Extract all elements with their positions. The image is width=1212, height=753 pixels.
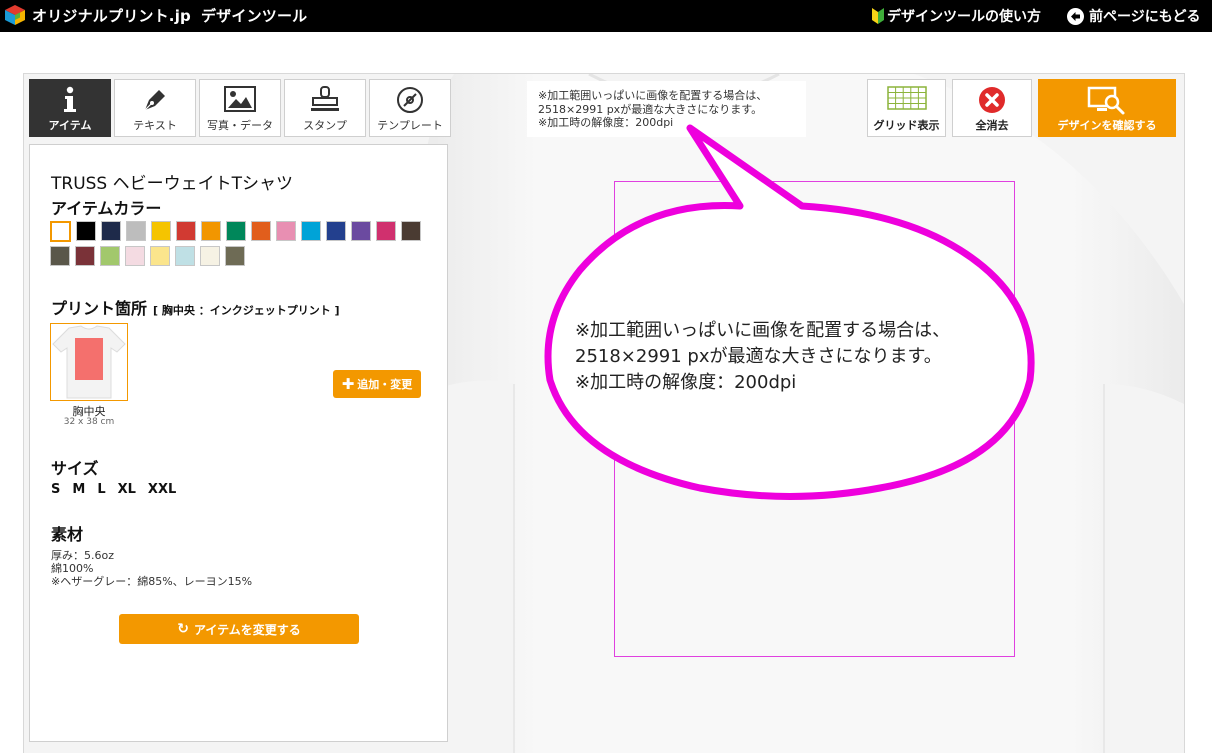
tab-item-label: アイテム <box>48 119 92 132</box>
color-swatch[interactable] <box>176 221 196 241</box>
thumbnail-shirt-image <box>52 325 126 399</box>
confirm-design-label: デザインを確認する <box>1057 119 1157 132</box>
logo-cube-icon <box>5 5 25 25</box>
print-area-boundary[interactable] <box>614 181 1015 657</box>
close-icon <box>979 87 1005 113</box>
color-swatch[interactable] <box>276 221 296 241</box>
item-panel: TRUSS ヘビーウェイトTシャツ アイテムカラー プリント箇所[ 胸中央 ：イ… <box>29 144 448 742</box>
clear-all-button[interactable]: 全消去 <box>952 79 1032 137</box>
callout-line: ※加工時の解像度：200dpi <box>575 372 797 393</box>
size-item: S <box>51 482 61 497</box>
color-swatch[interactable] <box>326 221 346 241</box>
item-name: TRUSS ヘビーウェイトTシャツ <box>51 174 294 194</box>
logo-text: オリジナルプリント.jp <box>32 6 191 25</box>
size-item: XXL <box>147 482 177 497</box>
material-line: 厚み：5.6oz <box>51 549 114 562</box>
callout-line: ※加工範囲いっぱいに画像を配置する場合は、 <box>575 320 951 341</box>
resolution-info-box: ※加工範囲いっぱいに画像を配置する場合は、 2518×2991 pxが最適な大き… <box>527 81 806 137</box>
tab-stamp[interactable]: スタンプ <box>284 79 366 137</box>
stamp-icon <box>311 86 339 111</box>
info-line: 2518×2991 pxが最適な大きさになります。 <box>538 102 763 116</box>
tab-template[interactable]: テンプレート <box>369 79 451 137</box>
back-arrow-icon <box>1067 7 1084 25</box>
image-icon <box>224 86 256 112</box>
logo-subtext: デザインツール <box>200 6 308 25</box>
color-swatch[interactable] <box>150 246 170 266</box>
color-swatch[interactable] <box>251 221 271 241</box>
change-item-button[interactable]: ↻ アイテムを変更する <box>119 614 359 644</box>
tab-item[interactable]: アイテム <box>29 79 111 137</box>
disc-icon <box>397 87 423 113</box>
pen-icon <box>144 90 165 111</box>
color-swatch[interactable] <box>101 221 121 241</box>
howto-label: デザインツールの使い方 <box>887 9 1041 25</box>
color-swatch[interactable] <box>376 221 396 241</box>
color-swatch[interactable] <box>351 221 371 241</box>
info-icon <box>64 86 76 112</box>
grid-icon <box>886 86 927 110</box>
material-line: ※ヘザーグレー：綿85%、レーヨン15% <box>51 575 253 588</box>
color-swatches <box>50 221 430 270</box>
confirm-design-button[interactable]: デザインを確認する <box>1038 79 1176 137</box>
plus-icon: ✚ <box>341 374 355 393</box>
top-bar: オリジナルプリント.jp デザインツール デザインツールの使い方 前ページにもどる <box>0 0 1212 32</box>
color-swatch[interactable] <box>126 221 146 241</box>
color-swatch[interactable] <box>225 246 245 266</box>
tab-template-label: テンプレート <box>377 119 443 132</box>
color-swatch[interactable] <box>75 246 95 266</box>
add-change-button[interactable]: ✚ 追加・変更 <box>333 370 421 398</box>
site-logo[interactable]: オリジナルプリント.jp デザインツール <box>4 4 307 26</box>
tab-stamp-label: スタンプ <box>303 119 347 132</box>
change-item-label: アイテムを変更する <box>193 622 301 637</box>
tab-text[interactable]: テキスト <box>114 79 196 137</box>
size-item: M <box>72 482 86 497</box>
color-swatch[interactable] <box>200 246 220 266</box>
color-swatch[interactable] <box>201 221 221 241</box>
clear-all-label: 全消去 <box>975 119 1009 132</box>
tab-photo[interactable]: 写真・データ <box>199 79 281 137</box>
preview-icon <box>1087 86 1125 115</box>
print-location-thumbnail[interactable] <box>50 323 128 401</box>
grid-toggle-label: グリッド表示 <box>873 119 940 132</box>
print-location-size: 32 x 38 cm <box>63 417 115 427</box>
material-line: 綿100% <box>51 562 94 575</box>
size-title: サイズ <box>51 459 99 478</box>
info-line: ※加工時の解像度：200dpi <box>538 116 674 129</box>
back-link[interactable]: 前ページにもどる <box>1067 6 1200 26</box>
item-color-title: アイテムカラー <box>51 199 162 218</box>
material-title: 素材 <box>51 525 84 544</box>
print-location-title: プリント箇所[ 胸中央 ：インクジェットプリント ] <box>51 299 340 318</box>
color-swatch[interactable] <box>175 246 195 266</box>
size-list: S M L XL XXL <box>51 482 188 497</box>
print-location-note: [ 胸中央 ：インクジェットプリント ] <box>153 304 340 317</box>
beginner-mark-icon <box>872 8 884 24</box>
back-label: 前ページにもどる <box>1089 9 1201 25</box>
callout-text: ※加工範囲いっぱいに画像を配置する場合は、 2518×2991 pxが最適な大き… <box>575 318 950 396</box>
refresh-icon: ↻ <box>177 621 189 637</box>
material-details: 厚み：5.6oz 綿100% ※ヘザーグレー：綿85%、レーヨン15% <box>51 549 252 588</box>
color-swatch[interactable] <box>151 221 171 241</box>
size-item: XL <box>117 482 136 497</box>
callout-line: 2518×2991 pxが最適な大きさになります。 <box>575 346 942 367</box>
color-swatch[interactable] <box>301 221 321 241</box>
color-swatch[interactable] <box>76 221 96 241</box>
howto-link[interactable]: デザインツールの使い方 <box>872 6 1041 26</box>
grid-toggle-button[interactable]: グリッド表示 <box>867 79 946 137</box>
color-swatch[interactable] <box>50 221 71 242</box>
color-swatch[interactable] <box>401 221 421 241</box>
color-swatch[interactable] <box>50 246 70 266</box>
size-item: L <box>97 482 106 497</box>
color-swatch[interactable] <box>125 246 145 266</box>
add-change-label: 追加・変更 <box>357 378 413 391</box>
color-swatch[interactable] <box>226 221 246 241</box>
color-swatch[interactable] <box>100 246 120 266</box>
tab-text-label: テキスト <box>133 119 177 132</box>
tab-photo-label: 写真・データ <box>207 119 273 132</box>
info-line: ※加工範囲いっぱいに画像を配置する場合は、 <box>538 89 768 102</box>
